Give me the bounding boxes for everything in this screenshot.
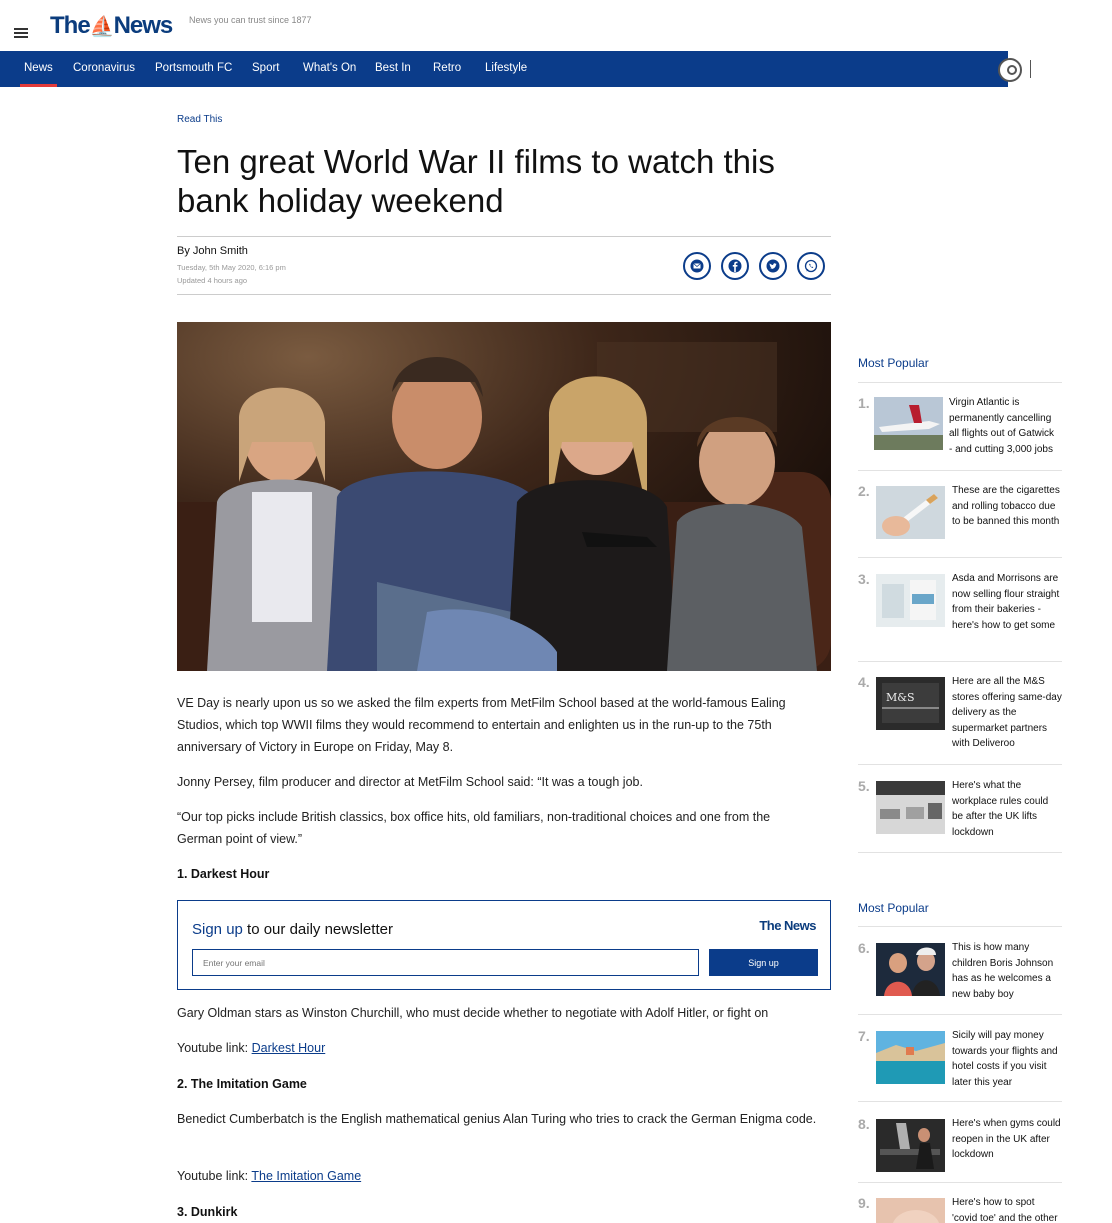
popular-rank: 2. (858, 483, 870, 499)
updated-date: Updated 4 hours ago (177, 276, 248, 285)
divider (858, 764, 1062, 765)
popular-thumbnail (876, 781, 945, 834)
popular-item[interactable]: 6. This is how many children Boris Johns… (858, 940, 1062, 1010)
article-subheading: 2. The Imitation Game (177, 1077, 307, 1091)
svg-text:M&S: M&S (886, 691, 915, 704)
nav-item-coronavirus[interactable]: Coronavirus (73, 51, 135, 87)
article-subheading: 1. Darkest Hour (177, 867, 270, 881)
divider (858, 661, 1062, 662)
main-nav: News Coronavirus Portsmouth FC Sport Wha… (0, 51, 1008, 87)
popular-thumbnail (876, 1119, 945, 1172)
article-headline: Ten great World War II films to watch th… (177, 143, 775, 219)
divider (858, 382, 1062, 383)
newsletter-title: Sign up to our daily newsletter (192, 921, 393, 938)
family-watching-tv-image (177, 322, 831, 671)
divider (858, 470, 1062, 471)
popular-headline: Virgin Atlantic is permanently cancellin… (949, 397, 1055, 455)
nav-item-news[interactable]: News (20, 51, 57, 87)
site-logo[interactable]: The⛵News (50, 12, 173, 40)
popular-rank: 9. (858, 1195, 870, 1211)
menu-icon[interactable] (14, 28, 28, 38)
popular-headline: Here's when gyms could reopen in the UK … (952, 1118, 1061, 1161)
signup-button[interactable]: Sign up (709, 949, 818, 976)
email-input[interactable] (192, 949, 699, 976)
popular-thumbnail (876, 1198, 945, 1223)
article-paragraph: Benedict Cumberbatch is the English math… (177, 1112, 817, 1126)
nav-item-lifestyle[interactable]: Lifestyle (485, 51, 527, 87)
hero-image[interactable] (177, 322, 831, 671)
divider (858, 926, 1062, 927)
popular-headline: Sicily will pay money towards your fligh… (952, 1030, 1058, 1088)
popular-item[interactable]: 2. These are the cigarettes and rolling … (858, 483, 1062, 553)
popular-thumbnail (876, 943, 945, 996)
article-paragraph: “Our top picks include British classics,… (177, 810, 771, 846)
popular-thumbnail (876, 486, 945, 539)
popular-rank: 3. (858, 571, 870, 587)
popular-item[interactable]: 4. M&S Here are all the M&S stores offer… (858, 674, 1062, 756)
popular-thumbnail: M&S (876, 677, 945, 730)
divider (858, 557, 1062, 558)
nav-item-best-in[interactable]: Best In (375, 51, 411, 87)
nav-item-whats-on[interactable]: What's On (303, 51, 356, 87)
popular-rank: 6. (858, 940, 870, 956)
nav-item-portsmouth-fc[interactable]: Portsmouth FC (155, 51, 232, 87)
imitation-game-link[interactable]: The Imitation Game (251, 1169, 361, 1183)
article-paragraph: VE Day is nearly upon us so we asked the… (177, 696, 786, 754)
twitter-icon (766, 259, 780, 273)
nav-item-retro[interactable]: Retro (433, 51, 461, 87)
popular-item[interactable]: 8. Here's when gyms could reopen in the … (858, 1116, 1062, 1176)
newsletter-logo: The News (759, 918, 816, 933)
youtube-link-row: Youtube link: Darkest Hour (177, 1041, 326, 1055)
popular-thumbnail (876, 574, 945, 627)
search-icon[interactable] (998, 58, 1022, 82)
popular-item[interactable]: 3. Asda and Morrisons are now selling fl… (858, 571, 1062, 653)
email-icon (690, 259, 704, 273)
divider (1030, 60, 1031, 78)
popular-thumbnail (874, 397, 943, 450)
sidebar-title: Most Popular (858, 356, 929, 370)
popular-rank: 4. (858, 674, 870, 690)
popular-item[interactable]: 7. Sicily will pay money towards your fl… (858, 1028, 1062, 1098)
popular-rank: 5. (858, 778, 870, 794)
nav-item-sport[interactable]: Sport (252, 51, 280, 87)
popular-headline: These are the cigarettes and rolling tob… (952, 485, 1060, 528)
popular-headline: This is how many children Boris Johnson … (952, 942, 1054, 1000)
divider (177, 294, 831, 295)
popular-headline: Asda and Morrisons are now selling flour… (952, 573, 1060, 631)
popular-thumbnail (876, 1031, 945, 1084)
email-share-button[interactable] (683, 252, 711, 280)
article-subheading: 3. Dunkirk (177, 1205, 238, 1219)
facebook-share-button[interactable] (721, 252, 749, 280)
popular-headline: Here's what the workplace rules could be… (952, 780, 1049, 838)
site-header: The⛵News News you can trust since 1877 (0, 0, 1112, 51)
twitter-share-button[interactable] (759, 252, 787, 280)
popular-item[interactable]: 9. Here's how to spot 'covid toe' and th… (858, 1195, 1062, 1223)
popular-headline: Here's how to spot 'covid toe' and the o… (952, 1197, 1058, 1223)
popular-rank: 7. (858, 1028, 870, 1044)
article-kicker[interactable]: Read This (177, 114, 222, 125)
site-tagline: News you can trust since 1877 (189, 15, 312, 25)
popular-item[interactable]: 5. Here's what the workplace rules could… (858, 778, 1062, 848)
newsletter-signup: Sign up to our daily newsletter The News… (177, 900, 831, 990)
sidebar-title: Most Popular (858, 901, 929, 915)
byline[interactable]: By John Smith (177, 245, 248, 257)
article-paragraph: Gary Oldman stars as Winston Churchill, … (177, 1006, 769, 1020)
darkest-hour-link[interactable]: Darkest Hour (252, 1041, 326, 1055)
popular-rank: 1. (858, 395, 870, 411)
divider (858, 1014, 1062, 1015)
popular-item[interactable]: 1. Virgin Atlantic is permanently cancel… (858, 395, 1062, 475)
facebook-icon (728, 259, 742, 273)
youtube-link-row: Youtube link: The Imitation Game (177, 1169, 362, 1183)
popular-headline: Here are all the M&S stores offering sam… (952, 676, 1062, 750)
published-date: Tuesday, 5th May 2020, 6:16 pm (177, 263, 286, 272)
divider (858, 1182, 1062, 1183)
divider (858, 1101, 1062, 1102)
whatsapp-share-button[interactable] (797, 252, 825, 280)
whatsapp-icon (804, 259, 818, 273)
article-paragraph: Jonny Persey, film producer and director… (177, 775, 643, 789)
divider (858, 852, 1062, 853)
divider (177, 236, 831, 237)
popular-rank: 8. (858, 1116, 870, 1132)
